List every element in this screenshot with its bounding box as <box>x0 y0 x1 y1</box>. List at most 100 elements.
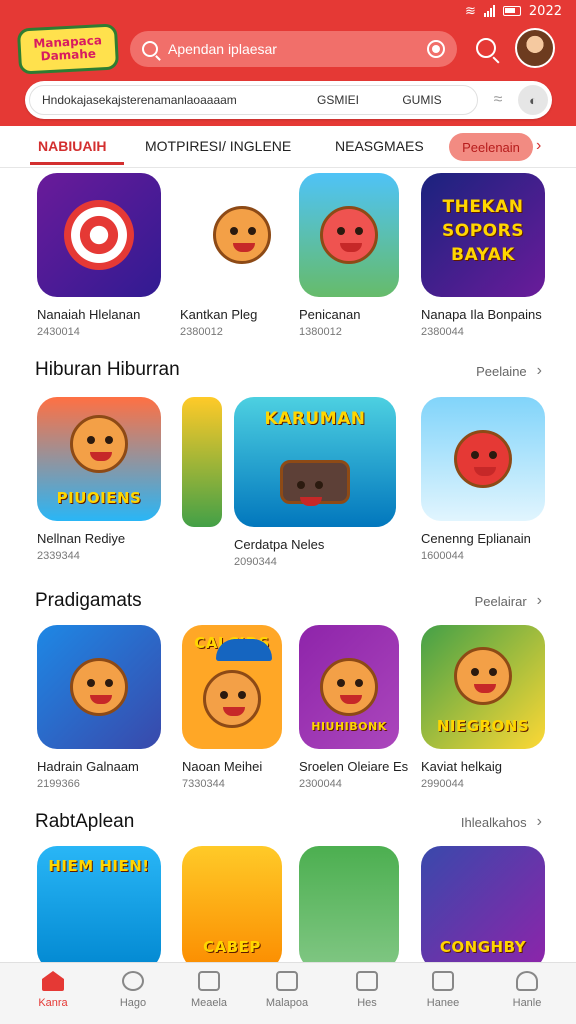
status-time: 2022 <box>528 3 562 19</box>
app-name: Penicanan <box>299 307 361 322</box>
app-icon[interactable] <box>37 173 161 297</box>
app-card[interactable]: Nanaiah Hlelanan 2430014 <box>37 173 161 338</box>
app-card[interactable]: Penicanan 1380012 <box>287 173 411 338</box>
app-icon-banner: PIUOIENS <box>56 489 142 507</box>
filter-chip-2[interactable]: GUMIS <box>382 93 462 107</box>
nav-item-kanra[interactable]: Kanra <box>13 971 93 1009</box>
category-tabs: NABIUAIH MOTPIRESI/ INGLENE NEASGMAES Pe… <box>0 126 576 168</box>
search-bar[interactable]: Apendan iplaesar <box>130 31 457 67</box>
app-name: Naoan Meihei <box>182 759 263 774</box>
nav-item-malapoa[interactable]: Malapoa <box>247 971 327 1009</box>
toggle-icon[interactable]: ◐ <box>518 85 548 115</box>
app-name: Cenenng Eplianain <box>421 531 531 546</box>
tab-nabiuaih[interactable]: NABIUAIH <box>38 138 106 154</box>
filter-chip-1[interactable]: GSMIEI <box>294 93 382 107</box>
app-icon[interactable]: KARUMAN <box>234 397 396 527</box>
search-icon[interactable] <box>476 38 496 58</box>
app-meta: 1600044 <box>421 550 464 562</box>
tab-neasgmaes[interactable]: NEASGMAES <box>335 138 424 154</box>
app-name: Nanaiah Hlelanan <box>37 307 141 322</box>
app-icon-banner: THEKAN SOPORS BAYAK <box>442 197 524 265</box>
app-icon[interactable] <box>299 846 399 970</box>
app-card[interactable] <box>287 846 411 970</box>
camera-icon[interactable] <box>427 40 445 58</box>
app-icon[interactable] <box>37 625 161 749</box>
app-meta: 2380044 <box>421 326 464 338</box>
app-icon-banner: HIEM HIEN! <box>48 857 150 875</box>
app-card[interactable]: CONGHBY <box>421 846 545 970</box>
app-meta: 2990044 <box>421 778 464 790</box>
bag-icon <box>356 971 378 991</box>
avatar[interactable] <box>515 28 555 68</box>
app-name: Nanapa Ila Bonpains <box>421 307 542 322</box>
app-name: Cerdatpa Neles <box>234 537 325 552</box>
app-card[interactable]: KARUMAN Cerdatpa Neles 2090344 <box>234 397 396 568</box>
chevron-right-icon[interactable]: › <box>536 137 541 155</box>
search-input[interactable]: Apendan iplaesar <box>168 41 417 57</box>
app-icon[interactable] <box>180 173 304 297</box>
app-card[interactable] <box>182 397 224 527</box>
app-icon-banner: CABEP <box>203 938 261 956</box>
app-card[interactable]: PIUOIENS Nellnan Rediye 2339344 <box>37 397 161 562</box>
nav-item-hago[interactable]: Hago <box>93 971 173 1009</box>
bottom-nav: Kanra Hago Meaela Malapoa Hes Hanee Hanl… <box>0 962 576 1024</box>
app-icon[interactable] <box>182 397 222 527</box>
app-name: Kantkan Pleg <box>180 307 258 322</box>
tab-indicator <box>30 162 124 165</box>
app-icon[interactable]: NIEGRONS <box>421 625 545 749</box>
app-logo[interactable]: Manapaca Damahe <box>16 23 120 75</box>
app-icon[interactable]: CABEP <box>182 846 282 970</box>
wifi-icon: ≋ <box>465 3 476 19</box>
app-card[interactable]: HIUHIBONK Sroelen Oleiare Es 2300044 <box>287 625 411 790</box>
section-title: RabtAplean <box>35 811 135 832</box>
wave-icon[interactable]: ≈ <box>478 91 518 109</box>
status-bar: ≋ 2022 <box>465 2 562 20</box>
app-icon[interactable]: CONGHBY <box>421 846 545 970</box>
nav-item-hanle[interactable]: Hanle <box>487 971 567 1009</box>
app-icon[interactable]: PIUOIENS <box>37 397 161 521</box>
section-more-label: Peelaine <box>476 363 527 379</box>
app-meta: 2300044 <box>299 778 342 790</box>
app-meta: 2380012 <box>180 326 223 338</box>
app-meta: 2430014 <box>37 326 80 338</box>
signal-icon <box>483 5 495 17</box>
section-title: Hiburan Hiburran <box>35 359 180 380</box>
app-name: Nellnan Rediye <box>37 531 126 546</box>
app-name: Hadrain Galnaam <box>37 759 139 774</box>
nav-item-hanee[interactable]: Hanee <box>403 971 483 1009</box>
section-more-link[interactable]: Peelaine › <box>476 362 542 380</box>
chevron-right-icon: › <box>536 813 542 830</box>
app-icon[interactable] <box>421 397 545 521</box>
app-card[interactable]: NIEGRONS Kaviat helkaig 2990044 <box>421 625 545 790</box>
app-icon[interactable]: THEKAN SOPORS BAYAK <box>421 173 545 297</box>
app-card[interactable]: CABEP <box>170 846 294 970</box>
app-icon[interactable]: HIUHIBONK <box>299 625 399 749</box>
app-meta: 2090344 <box>234 556 277 568</box>
app-card[interactable]: Cenenng Eplianain 1600044 <box>421 397 545 562</box>
section-more-link[interactable]: Ihlealkahos › <box>461 813 542 831</box>
app-meta: 2199366 <box>37 778 80 790</box>
app-card[interactable]: Hadrain Galnaam 2199366 <box>37 625 161 790</box>
nav-item-meaela[interactable]: Meaela <box>169 971 249 1009</box>
app-icon[interactable]: CALCIDS <box>182 625 282 749</box>
nav-item-hes[interactable]: Hes <box>327 971 407 1009</box>
section-more-link[interactable]: Peelairar › <box>475 592 542 610</box>
gamepad-icon <box>122 971 144 991</box>
chevron-right-icon: › <box>536 592 542 609</box>
message-icon <box>432 971 454 991</box>
nav-label: Meaela <box>190 997 228 1009</box>
app-icon-banner: KARUMAN <box>264 409 366 429</box>
app-icon[interactable]: HIEM HIEN! <box>37 846 161 970</box>
filter-input[interactable]: Hndokajasekajsterenamanlaoaaaam GSMIEI G… <box>29 85 478 115</box>
app-card[interactable]: THEKAN SOPORS BAYAK Nanapa Ila Bonpains … <box>421 173 545 338</box>
app-card[interactable]: HIEM HIEN! <box>37 846 161 970</box>
nav-label: Hanee <box>426 997 460 1009</box>
app-card[interactable]: Kantkan Pleg 2380012 <box>180 173 304 338</box>
filter-query: Hndokajasekajsterenamanlaoaaaam <box>42 93 237 107</box>
app-icon[interactable] <box>299 173 399 297</box>
tab-peelenain[interactable]: Peelenain <box>449 133 533 161</box>
app-meta: 1380012 <box>299 326 342 338</box>
nav-label: Kanra <box>38 997 68 1009</box>
tab-motpiresi[interactable]: MOTPIRESI/ INGLENE <box>145 138 291 154</box>
app-card[interactable]: CALCIDS Naoan Meihei 7330344 <box>170 625 294 790</box>
